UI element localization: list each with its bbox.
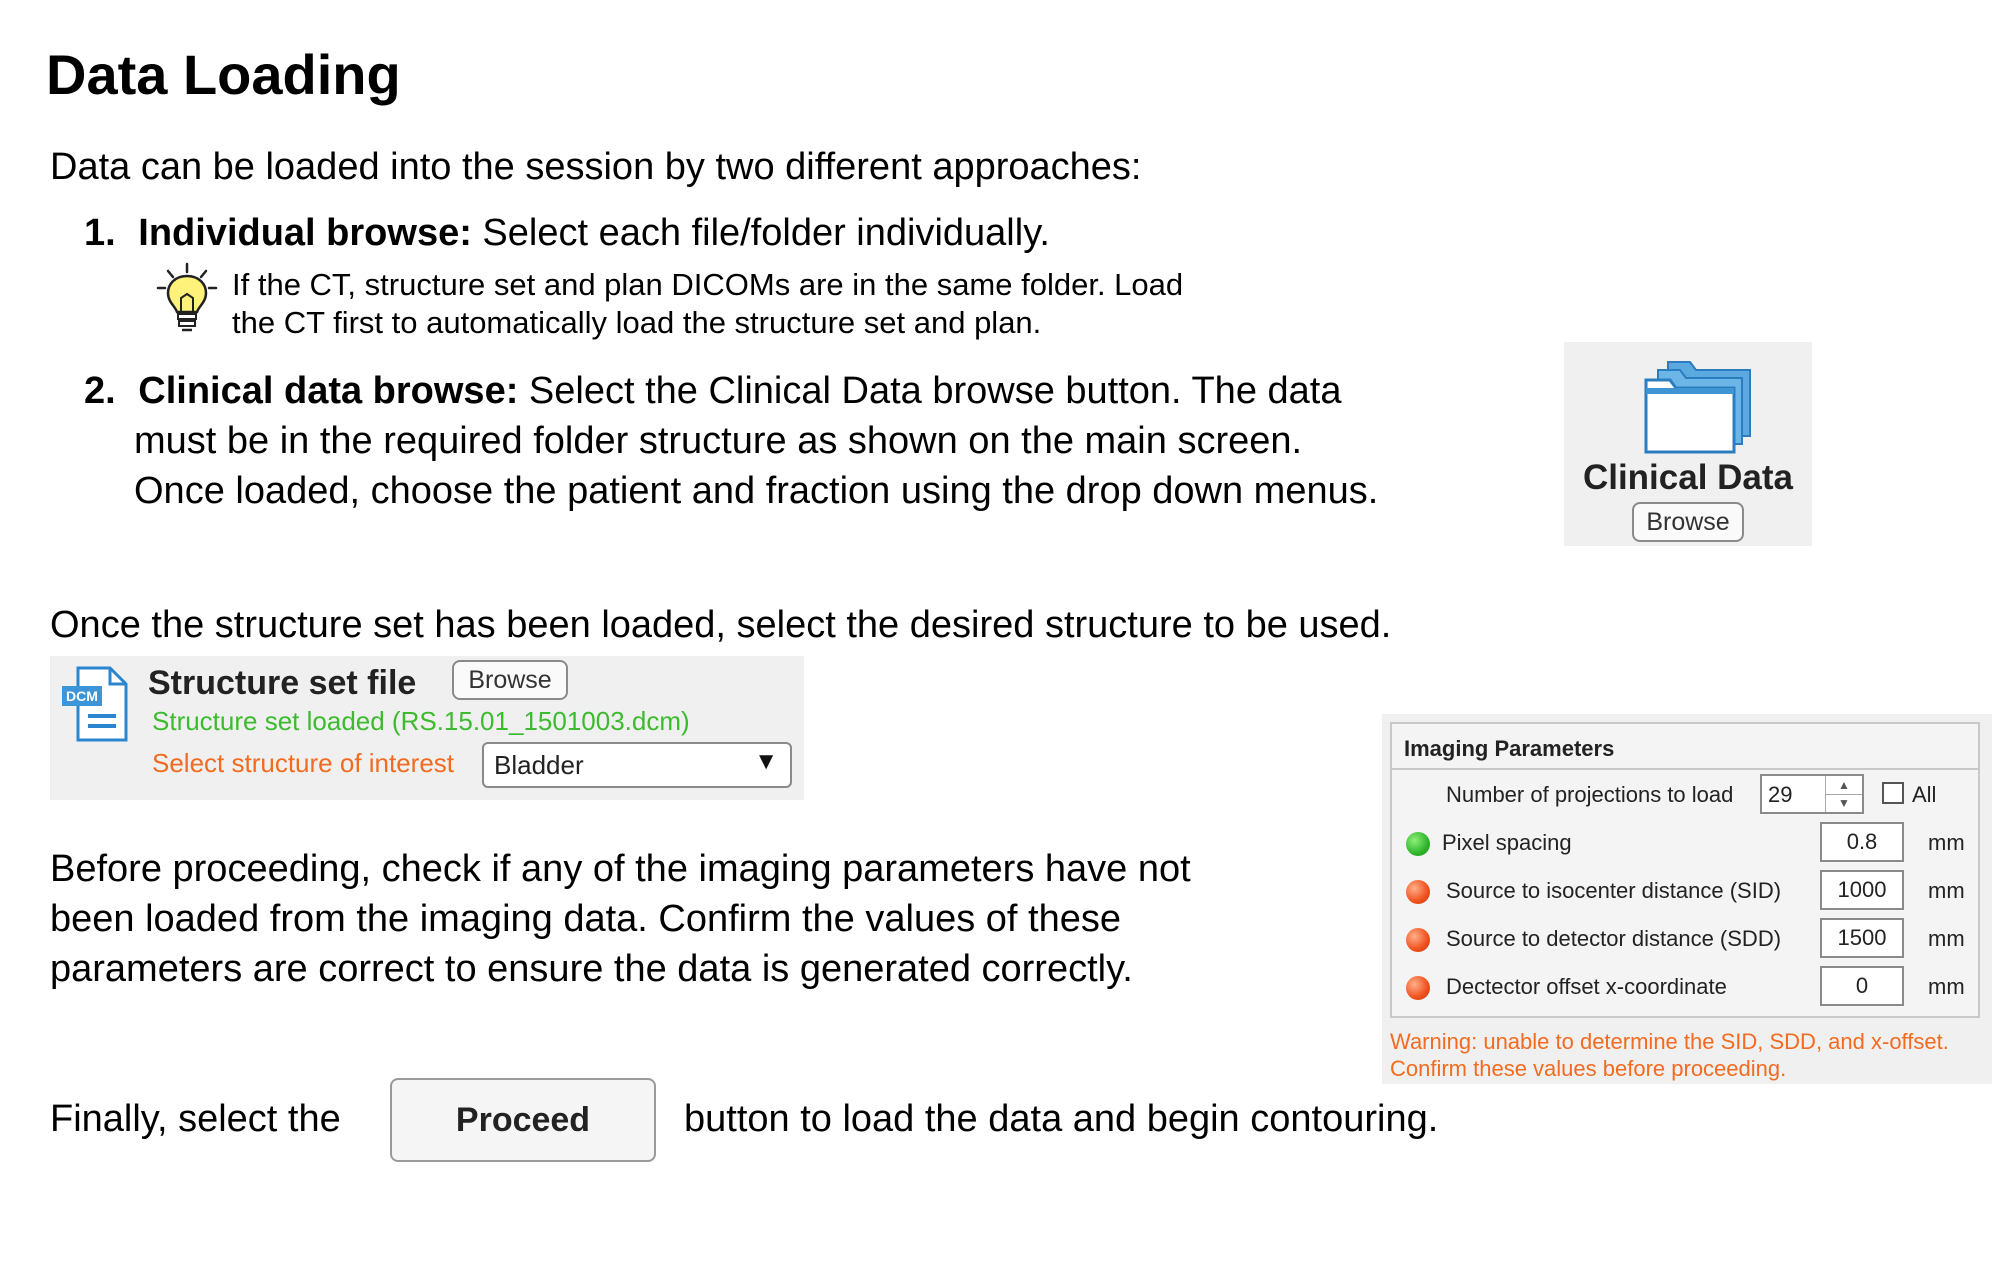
projections-spinner[interactable]: 29 ▲ ▼	[1760, 774, 1864, 814]
param-row-sid: Source to isocenter distance (SID) 1000 …	[1392, 868, 1978, 912]
status-red-icon	[1406, 976, 1430, 1000]
warning-line: Confirm these values before proceeding.	[1390, 1056, 1787, 1081]
param-label: Source to detector distance (SDD)	[1446, 926, 1782, 951]
finally-text-after: button to load the data and begin contou…	[684, 1098, 1439, 1140]
param-unit: mm	[1928, 878, 1965, 903]
list-item-title: Clinical data browse:	[138, 370, 519, 412]
intro-text: Data can be loaded into the session by t…	[50, 146, 1142, 188]
x-offset-input[interactable]: 0	[1820, 966, 1904, 1006]
imaging-parameters-title: Imaging Parameters	[1404, 736, 1615, 761]
lightbulb-icon	[156, 262, 218, 332]
projections-label: Number of projections to load	[1446, 782, 1734, 807]
clinical-data-browse-button[interactable]: Browse	[1632, 502, 1744, 542]
param-label: Dectector offset x-coordinate	[1446, 974, 1727, 999]
param-row-pixel-spacing: Pixel spacing 0.8 mm	[1392, 820, 1978, 864]
spinner-up-icon[interactable]: ▲	[1826, 776, 1862, 795]
paragraph-line: been loaded from the imaging data. Confi…	[50, 898, 1121, 940]
dcm-file-icon: DCM	[62, 666, 128, 742]
param-unit: mm	[1928, 974, 1965, 999]
structure-set-status: Structure set loaded (RS.15.01_1501003.d…	[152, 706, 690, 736]
tip-line: the CT first to automatically load the s…	[232, 305, 1042, 340]
param-label: Source to isocenter distance (SID)	[1446, 878, 1782, 903]
structure-select-label: Select structure of interest	[152, 748, 455, 778]
divider	[1392, 768, 1978, 770]
status-red-icon	[1406, 928, 1430, 952]
list-item-clinical-browse: 2. Clinical data browse: Select the Clin…	[84, 366, 1524, 516]
structure-dropdown[interactable]: Bladder ▼	[482, 742, 792, 788]
imaging-warning: Warning: unable to determine the SID, SD…	[1390, 1028, 1990, 1082]
structure-intro-text: Once the structure set has been loaded, …	[50, 604, 1392, 646]
spinner-buttons: ▲ ▼	[1825, 776, 1862, 812]
projections-row: Number of projections to load 29 ▲ ▼ All	[1392, 772, 1978, 816]
list-item-title: Individual browse:	[138, 212, 472, 254]
before-proceeding-text: Before proceeding, check if any of the i…	[50, 844, 1350, 994]
list-item-individual-browse: 1. Individual browse: Select each file/f…	[84, 208, 1050, 258]
pixel-spacing-input[interactable]: 0.8	[1820, 822, 1904, 862]
warning-line: Warning: unable to determine the SID, SD…	[1390, 1029, 1949, 1054]
finally-text: Finally, select the	[50, 1098, 341, 1140]
imaging-parameters-panel: Imaging Parameters Number of projections…	[1382, 714, 1992, 1084]
list-item-text: Once loaded, choose the patient and frac…	[134, 470, 1379, 512]
paragraph-line: Before proceeding, check if any of the i…	[50, 848, 1191, 890]
dropdown-arrow-icon: ▼	[754, 748, 778, 775]
param-unit: mm	[1928, 926, 1965, 951]
clinical-data-panel: Clinical Data Browse	[1564, 342, 1812, 546]
paragraph-line: parameters are correct to ensure the dat…	[50, 948, 1133, 990]
proceed-button[interactable]: Proceed	[390, 1078, 656, 1162]
folders-icon	[1644, 361, 1751, 454]
structure-dropdown-value: Bladder	[494, 750, 584, 780]
dcm-icon-label: DCM	[66, 688, 98, 704]
imaging-parameters-frame: Imaging Parameters Number of projections…	[1390, 722, 1980, 1018]
list-item-text: Select the Clinical Data browse button. …	[518, 370, 1342, 412]
sdd-input[interactable]: 1500	[1820, 918, 1904, 958]
structure-set-panel: DCM Structure set file Browse Structure …	[50, 656, 804, 800]
structure-set-browse-button[interactable]: Browse	[452, 660, 568, 700]
all-projections-checkbox[interactable]	[1882, 782, 1904, 804]
tip-line: If the CT, structure set and plan DICOMs…	[232, 267, 1184, 302]
projections-value: 29	[1768, 782, 1793, 807]
all-projections-label: All	[1912, 782, 1937, 807]
param-label: Pixel spacing	[1442, 830, 1572, 855]
tip-text: If the CT, structure set and plan DICOMs…	[232, 266, 1332, 342]
clinical-data-label: Clinical Data	[1582, 458, 1794, 497]
status-green-icon	[1406, 832, 1430, 856]
page-title: Data Loading	[46, 43, 401, 106]
list-number: 1.	[84, 212, 116, 254]
param-row-sdd: Source to detector distance (SDD) 1500 m…	[1392, 916, 1978, 960]
spinner-down-icon[interactable]: ▼	[1826, 794, 1862, 812]
param-unit: mm	[1928, 830, 1965, 855]
structure-set-title: Structure set file	[148, 664, 417, 702]
list-item-text: must be in the required folder structure…	[134, 420, 1303, 462]
param-row-x-offset: Dectector offset x-coordinate 0 mm	[1392, 964, 1978, 1008]
sid-input[interactable]: 1000	[1820, 870, 1904, 910]
status-red-icon	[1406, 880, 1430, 904]
list-number: 2.	[84, 370, 116, 412]
list-item-text: Select each file/folder individually.	[471, 212, 1050, 254]
